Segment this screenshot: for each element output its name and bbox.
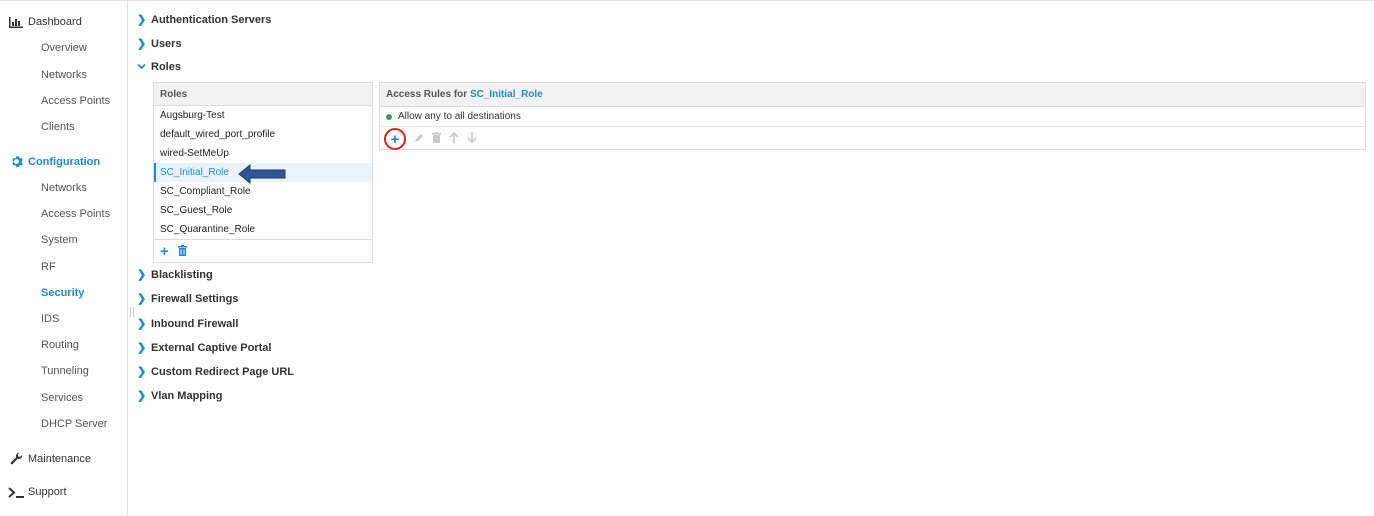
chevron-right-icon: ❯: [137, 38, 147, 50]
roles-toolbar: +: [154, 239, 372, 263]
rules-toolbar: +: [380, 128, 477, 150]
sidebar-item-access-points[interactable]: Access Points: [41, 95, 110, 107]
add-rule-button[interactable]: +: [384, 128, 406, 150]
edit-rule-button[interactable]: [414, 133, 424, 146]
sidebar-item-dhcp-server[interactable]: DHCP Server: [41, 418, 107, 430]
access-rules-header: Access Rules for SC_Initial_Role: [380, 83, 1365, 107]
access-rules-panel: Access Rules for SC_Initial_Role Allow a…: [379, 82, 1366, 150]
rule-row[interactable]: Allow any to all destinations: [380, 107, 1365, 127]
section-label: Authentication Servers: [151, 13, 272, 26]
section-roles[interactable]: Roles: [137, 61, 181, 73]
delete-role-button[interactable]: [177, 244, 187, 259]
sidebar-item-security[interactable]: Security: [41, 287, 84, 299]
section-label: Blacklisting: [151, 268, 213, 281]
wrench-icon: [8, 452, 24, 465]
sidebar-item-tunneling[interactable]: Tunneling: [41, 365, 89, 377]
sidebar-configuration-label: Configuration: [28, 155, 101, 168]
chevron-right-icon: ❯: [137, 269, 147, 281]
sidebar-item-overview[interactable]: Overview: [41, 42, 87, 54]
sidebar-configuration[interactable]: Configuration: [8, 155, 100, 168]
role-item[interactable]: wired-SetMeUp: [154, 144, 372, 163]
chevron-down-icon: [137, 61, 151, 73]
role-item[interactable]: SC_Compliant_Role: [154, 182, 372, 201]
pencil-icon: [415, 133, 423, 142]
section-users[interactable]: ❯ Users: [137, 37, 182, 51]
sidebar-maintenance[interactable]: Maintenance: [8, 452, 91, 465]
rule-text: Allow any to all destinations: [398, 110, 521, 122]
chevron-right-icon: ❯: [137, 293, 147, 305]
sidebar-item-ids[interactable]: IDS: [41, 313, 59, 325]
arrow-up-icon: [449, 131, 459, 143]
sidebar-item-config-networks[interactable]: Networks: [41, 182, 87, 194]
role-item[interactable]: SC_Guest_Role: [154, 201, 372, 220]
role-item[interactable]: default_wired_port_profile: [154, 125, 372, 144]
sidebar: Dashboard Overview Networks Access Point…: [0, 0, 128, 516]
sidebar-dashboard[interactable]: Dashboard: [8, 16, 82, 28]
section-authentication-servers[interactable]: ❯ Authentication Servers: [137, 13, 272, 27]
sidebar-item-rf[interactable]: RF: [41, 261, 56, 273]
sidebar-maintenance-label: Maintenance: [28, 452, 91, 465]
section-label: External Captive Portal: [151, 341, 272, 354]
chevron-right-icon: ❯: [137, 14, 147, 26]
section-inbound-firewall[interactable]: ❯ Inbound Firewall: [137, 317, 239, 331]
section-label: Inbound Firewall: [151, 317, 239, 330]
access-rules-role-name: SC_Initial_Role: [469, 89, 543, 100]
section-external-captive-portal[interactable]: ❯ External Captive Portal: [137, 341, 272, 355]
access-rules-prefix: Access Rules for: [386, 89, 470, 100]
panel-splitter-handle[interactable]: [130, 307, 134, 317]
section-label: Vlan Mapping: [151, 389, 223, 402]
roles-header: Roles: [154, 83, 372, 106]
delete-rule-button[interactable]: [432, 132, 441, 146]
add-role-button[interactable]: +: [160, 244, 169, 259]
section-vlan-mapping[interactable]: ❯ Vlan Mapping: [137, 389, 223, 403]
sidebar-item-services[interactable]: Services: [41, 392, 83, 404]
annotation-arrow-icon: [238, 164, 286, 184]
role-item[interactable]: SC_Quarantine_Role: [154, 220, 372, 239]
arrow-down-icon: [467, 132, 477, 144]
sidebar-item-config-access-points[interactable]: Access Points: [41, 208, 110, 220]
status-dot-icon: [386, 113, 392, 120]
sidebar-item-clients[interactable]: Clients: [41, 121, 75, 133]
sidebar-item-routing[interactable]: Routing: [41, 339, 79, 351]
trash-icon: [177, 244, 187, 256]
section-label: Custom Redirect Page URL: [151, 365, 295, 378]
move-down-button[interactable]: [467, 132, 477, 146]
section-blacklisting[interactable]: ❯ Blacklisting: [137, 268, 213, 282]
chevron-right-icon: ❯: [137, 390, 147, 402]
gear-icon: [8, 155, 24, 168]
move-up-button[interactable]: [449, 131, 459, 146]
section-custom-redirect-page-url[interactable]: ❯ Custom Redirect Page URL: [137, 365, 295, 379]
terminal-icon: [8, 486, 24, 498]
sidebar-dashboard-label: Dashboard: [28, 16, 82, 28]
section-firewall-settings[interactable]: ❯ Firewall Settings: [137, 292, 239, 306]
top-border: [0, 0, 1374, 1]
chevron-right-icon: ❯: [137, 342, 147, 354]
section-label: Roles: [151, 61, 181, 73]
sidebar-item-system[interactable]: System: [41, 234, 78, 246]
sidebar-support-label: Support: [28, 486, 67, 498]
role-item[interactable]: Augsburg-Test: [154, 106, 372, 125]
chevron-right-icon: ❯: [137, 366, 147, 378]
chevron-right-icon: ❯: [137, 318, 147, 330]
section-label: Firewall Settings: [151, 292, 239, 305]
bar-chart-icon: [8, 16, 24, 28]
trash-icon: [432, 132, 441, 143]
sidebar-item-networks[interactable]: Networks: [41, 69, 87, 81]
sidebar-support[interactable]: Support: [8, 486, 67, 498]
section-label: Users: [151, 37, 182, 50]
